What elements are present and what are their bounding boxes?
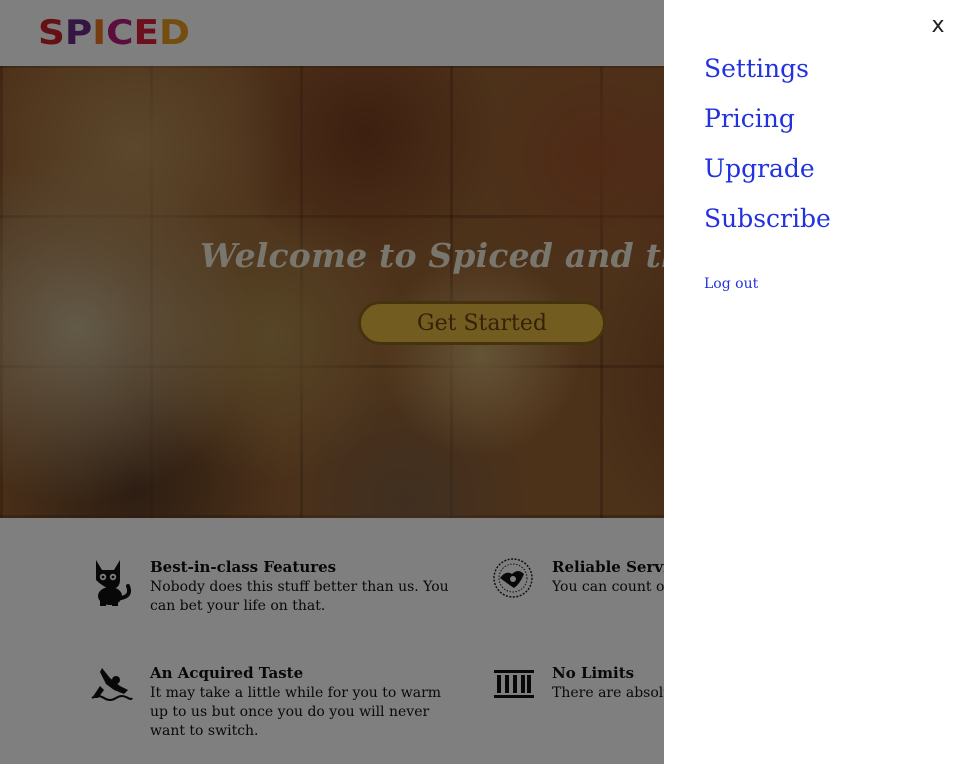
close-drawer-button[interactable]: x	[928, 12, 948, 40]
menu-item-subscribe[interactable]: Subscribe	[704, 204, 831, 233]
logout-link[interactable]: Log out	[704, 276, 758, 292]
menu-item-settings[interactable]: Settings	[704, 54, 809, 83]
modal-backdrop[interactable]	[0, 0, 664, 764]
menu-item-upgrade[interactable]: Upgrade	[704, 154, 815, 183]
menu-item-pricing[interactable]: Pricing	[704, 104, 795, 133]
